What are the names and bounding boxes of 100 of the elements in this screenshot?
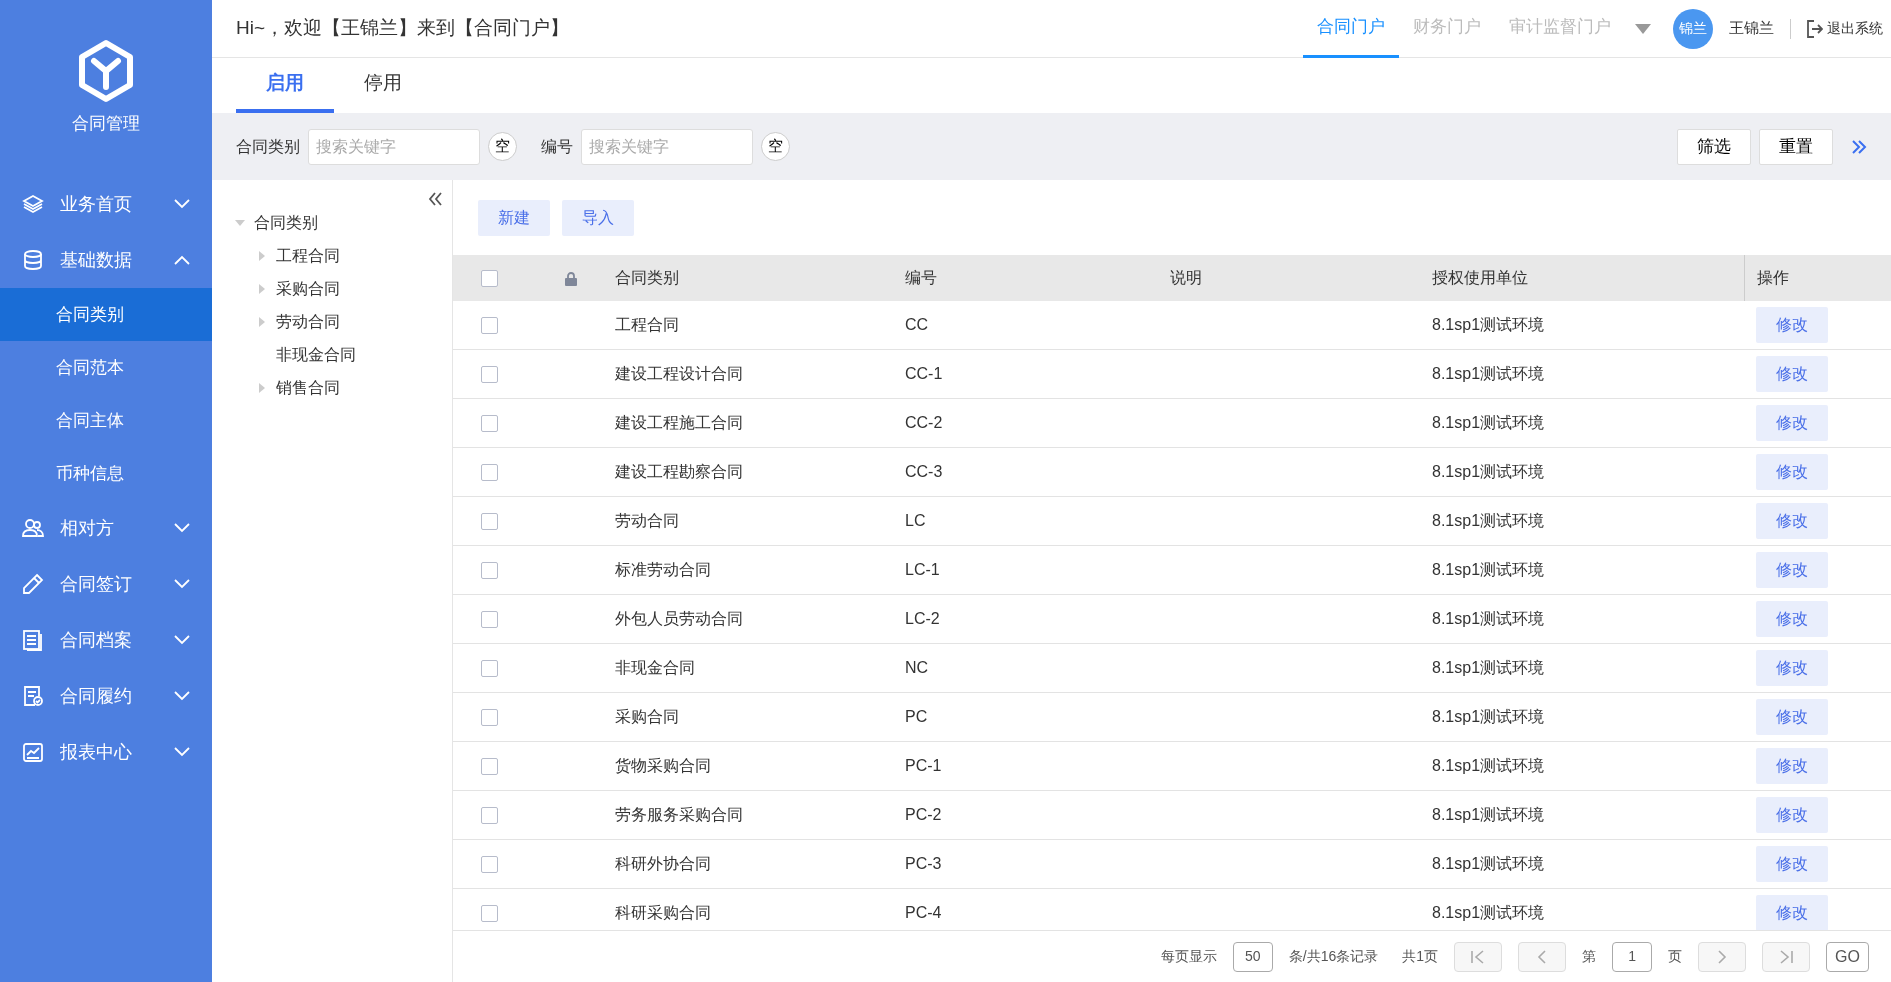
last-page-button[interactable] [1762,941,1811,972]
database-icon [22,249,44,271]
filter-label: 编号 [541,136,573,157]
table-cell: 8.1sp1测试环境 [1432,659,1545,677]
search-field[interactable]: 搜索关键字 [581,128,753,165]
portal-tab[interactable]: 合同门户 [1303,0,1399,58]
table-cell: 8.1sp1测试环境 [1432,708,1545,726]
edit-button[interactable]: 修改 [1756,307,1828,344]
column-header: 合同类别 [615,268,679,289]
clear-button[interactable]: 空 [488,132,517,162]
table-cell: 劳动合同 [615,512,679,530]
sidebar-submenu-item[interactable]: 合同类别 [0,288,212,341]
page-count: 共1页 [1402,947,1439,966]
page-size-field[interactable]: 50 [1232,941,1273,972]
edit-button[interactable]: 修改 [1756,797,1828,834]
table-cell: 劳务服务采购合同 [615,806,743,824]
page-number-field[interactable]: 1 [1612,941,1653,972]
table-cell: NC [905,659,929,677]
row-checkbox[interactable] [481,512,498,530]
edit-button[interactable]: 修改 [1756,601,1828,638]
table-cell: 外包人员劳动合同 [615,610,743,628]
table-cell: 货物采购合同 [615,757,711,775]
edit-button[interactable]: 修改 [1756,405,1828,442]
new-button[interactable]: 新建 [478,199,550,236]
row-checkbox[interactable] [481,414,498,432]
table-cell: 科研采购合同 [615,904,711,922]
logout-link[interactable]: 退出系统 [1807,18,1883,39]
app-title: 合同管理 [72,113,140,136]
table-cell: 科研外协合同 [615,855,711,873]
go-button[interactable]: GO [1826,941,1869,972]
table-cell: 非现金合同 [615,659,695,677]
table-cell: CC [905,316,929,334]
row-checkbox[interactable] [481,855,498,873]
tree-node[interactable]: 劳动合同 [234,305,452,339]
row-checkbox[interactable] [481,610,498,628]
table-cell: PC-2 [905,806,942,824]
row-checkbox[interactable] [481,904,498,922]
next-page-button[interactable] [1698,941,1747,972]
edit-button[interactable]: 修改 [1756,650,1828,687]
column-header: 编号 [905,268,937,289]
first-page-button[interactable] [1454,941,1503,972]
sidebar-menu-item[interactable]: 合同档案 [0,612,212,668]
edit-button[interactable]: 修改 [1756,846,1828,883]
edit-button[interactable]: 修改 [1756,699,1828,736]
table-cell: 8.1sp1测试环境 [1432,414,1545,432]
tree-node[interactable]: 采购合同 [234,272,452,306]
import-button[interactable]: 导入 [562,199,634,236]
row-checkbox[interactable] [481,708,498,726]
table-cell: 8.1sp1测试环境 [1432,855,1545,873]
row-checkbox[interactable] [481,316,498,334]
table-cell: 建设工程施工合同 [615,414,743,432]
filter-button[interactable]: 筛选 [1677,128,1751,165]
row-checkbox[interactable] [481,806,498,824]
table-cell: PC-3 [905,855,942,873]
clear-button[interactable]: 空 [761,132,790,162]
column-header: 操作 [1757,268,1789,289]
sidebar-menu-item[interactable]: 相对方 [0,500,212,556]
edit-button[interactable]: 修改 [1756,454,1828,491]
table-cell: 工程合同 [615,316,679,334]
column-header: 说明 [1170,268,1202,289]
sidebar-submenu-item[interactable]: 币种信息 [0,447,212,500]
table-cell: 标准劳动合同 [615,561,711,579]
edit-button[interactable]: 修改 [1756,552,1828,589]
sidebar-submenu-item[interactable]: 合同主体 [0,394,212,447]
tree-node[interactable]: 合同类别 [234,206,452,240]
sidebar-menu-item[interactable]: 合同履约 [0,668,212,724]
sidebar-menu-item[interactable]: 基础数据 [0,232,212,288]
sidebar-menu-item[interactable]: 业务首页 [0,176,212,232]
table-cell: CC-2 [905,414,943,432]
previous-page-button[interactable] [1518,941,1567,972]
row-checkbox[interactable] [481,757,498,775]
table-cell: PC-4 [905,904,942,922]
dropdown-caret-icon [1635,23,1651,34]
row-checkbox[interactable] [481,561,498,579]
edit-button[interactable]: 修改 [1756,503,1828,540]
user-avatar[interactable]: 锦兰 [1673,8,1713,49]
select-all-checkbox[interactable] [481,269,498,287]
row-checkbox[interactable] [481,659,498,677]
tree-node[interactable]: 非现金合同 [234,338,452,372]
status-tab[interactable]: 停用 [334,58,432,113]
logout-icon [1807,19,1823,38]
edit-button[interactable]: 修改 [1756,356,1828,393]
table-cell: CC-3 [905,463,943,481]
table-cell: 8.1sp1测试环境 [1432,512,1545,530]
page-prefix: 第 [1582,947,1597,966]
table-cell: 8.1sp1测试环境 [1432,561,1545,579]
reset-button[interactable]: 重置 [1759,128,1833,165]
document-icon [22,629,44,651]
edit-button[interactable]: 修改 [1756,895,1828,930]
edit-button[interactable]: 修改 [1756,748,1828,785]
table-cell: PC [905,708,928,726]
sidebar-submenu-item[interactable]: 合同范本 [0,341,212,394]
sidebar-menu-item[interactable]: 合同签订 [0,556,212,612]
row-checkbox[interactable] [481,365,498,383]
tree-node[interactable]: 工程合同 [234,239,452,273]
tree-node[interactable]: 销售合同 [234,371,452,405]
filter-label: 合同类别 [236,136,300,157]
search-field[interactable]: 搜索关键字 [308,128,480,165]
row-checkbox[interactable] [481,463,498,481]
sidebar-menu-item[interactable]: 报表中心 [0,724,212,780]
